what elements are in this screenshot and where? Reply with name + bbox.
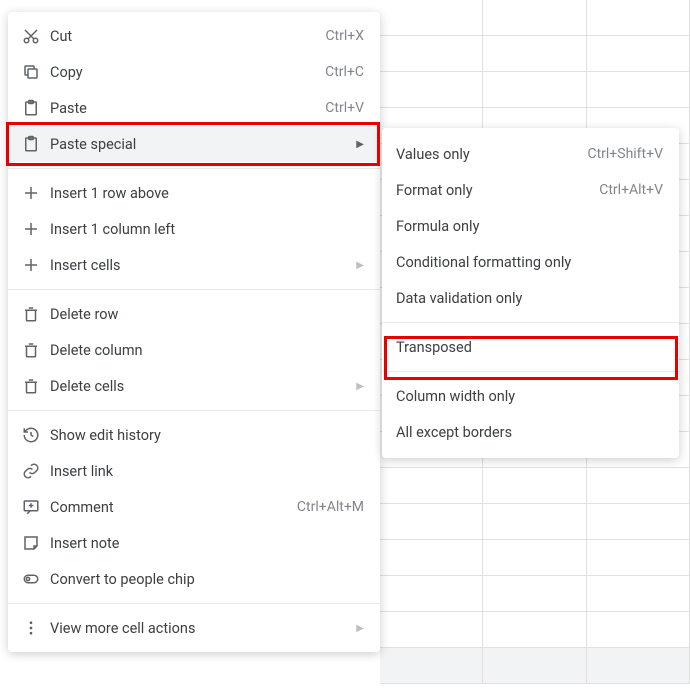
submenu-item-values-only[interactable]: Values only Ctrl+Shift+V xyxy=(382,136,679,172)
cut-icon xyxy=(22,27,50,45)
menu-item-insert-cells[interactable]: Insert cells ▶ xyxy=(8,247,380,283)
menu-item-cut[interactable]: Cut Ctrl+X xyxy=(8,18,380,54)
trash-icon xyxy=(22,377,50,395)
menu-label: Format only xyxy=(396,182,599,199)
submenu-item-all-except-borders[interactable]: All except borders xyxy=(382,414,679,450)
menu-item-insert-link[interactable]: Insert link xyxy=(8,453,380,489)
plus-icon xyxy=(22,220,50,238)
divider xyxy=(382,322,679,323)
divider xyxy=(382,371,679,372)
submenu-item-transposed[interactable]: Transposed xyxy=(382,329,679,365)
paste-icon xyxy=(22,99,50,117)
menu-item-insert-row-above[interactable]: Insert 1 row above xyxy=(8,175,380,211)
trash-icon xyxy=(22,341,50,359)
menu-label: Cut xyxy=(50,28,325,45)
menu-item-insert-note[interactable]: Insert note xyxy=(8,525,380,561)
menu-label: Data validation only xyxy=(396,290,663,307)
menu-label: Paste xyxy=(50,100,325,117)
menu-label: Delete column xyxy=(50,342,364,359)
menu-item-insert-column-left[interactable]: Insert 1 column left xyxy=(8,211,380,247)
menu-item-delete-row[interactable]: Delete row xyxy=(8,296,380,332)
submenu-item-data-validation[interactable]: Data validation only xyxy=(382,280,679,316)
trash-icon xyxy=(22,305,50,323)
history-icon xyxy=(22,426,50,444)
plus-icon xyxy=(22,256,50,274)
menu-label: Column width only xyxy=(396,388,663,405)
menu-item-comment[interactable]: Comment Ctrl+Alt+M xyxy=(8,489,380,525)
plus-icon xyxy=(22,184,50,202)
more-icon xyxy=(22,619,50,637)
paste-special-submenu: Values only Ctrl+Shift+V Format only Ctr… xyxy=(382,128,679,458)
menu-label: Formula only xyxy=(396,218,663,235)
shortcut: Ctrl+X xyxy=(325,28,364,44)
menu-label: All except borders xyxy=(396,424,663,441)
menu-label: Delete cells xyxy=(50,378,348,395)
menu-item-view-more[interactable]: View more cell actions ▶ xyxy=(8,610,380,646)
menu-label: Insert 1 row above xyxy=(50,185,364,202)
submenu-arrow-icon: ▶ xyxy=(356,623,364,634)
divider xyxy=(8,289,380,290)
menu-item-delete-column[interactable]: Delete column xyxy=(8,332,380,368)
menu-label: Transposed xyxy=(396,339,663,356)
menu-label: Show edit history xyxy=(50,427,364,444)
shortcut: Ctrl+Alt+M xyxy=(297,499,364,515)
submenu-arrow-icon: ▶ xyxy=(356,260,364,271)
shortcut: Ctrl+Shift+V xyxy=(587,146,663,162)
menu-label: Values only xyxy=(396,146,587,163)
divider xyxy=(8,410,380,411)
menu-item-show-edit-history[interactable]: Show edit history xyxy=(8,417,380,453)
menu-label: Insert 1 column left xyxy=(50,221,364,238)
menu-label: Insert link xyxy=(50,463,364,480)
menu-item-delete-cells[interactable]: Delete cells ▶ xyxy=(8,368,380,404)
submenu-item-conditional-formatting[interactable]: Conditional formatting only xyxy=(382,244,679,280)
menu-label: Insert cells xyxy=(50,257,348,274)
menu-label: Convert to people chip xyxy=(50,571,364,588)
menu-label: Conditional formatting only xyxy=(396,254,663,271)
shortcut: Ctrl+Alt+V xyxy=(599,182,663,198)
divider xyxy=(8,168,380,169)
note-icon xyxy=(22,534,50,552)
menu-label: Delete row xyxy=(50,306,364,323)
submenu-item-format-only[interactable]: Format only Ctrl+Alt+V xyxy=(382,172,679,208)
comment-icon xyxy=(22,498,50,516)
menu-item-copy[interactable]: Copy Ctrl+C xyxy=(8,54,380,90)
menu-label: Paste special xyxy=(50,136,348,153)
shortcut: Ctrl+C xyxy=(325,64,364,80)
people-chip-icon xyxy=(22,570,50,588)
menu-item-paste-special[interactable]: Paste special ▶ xyxy=(8,126,380,162)
submenu-arrow-icon: ▶ xyxy=(356,381,364,392)
context-menu: Cut Ctrl+X Copy Ctrl+C Paste Ctrl+V Past… xyxy=(8,12,380,652)
menu-item-paste[interactable]: Paste Ctrl+V xyxy=(8,90,380,126)
submenu-item-formula-only[interactable]: Formula only xyxy=(382,208,679,244)
divider xyxy=(8,603,380,604)
submenu-arrow-icon: ▶ xyxy=(356,139,364,150)
menu-item-convert-people-chip[interactable]: Convert to people chip xyxy=(8,561,380,597)
paste-special-icon xyxy=(22,135,50,153)
menu-label: View more cell actions xyxy=(50,620,348,637)
menu-label: Copy xyxy=(50,64,325,81)
shortcut: Ctrl+V xyxy=(325,100,364,116)
menu-label: Insert note xyxy=(50,535,364,552)
link-icon xyxy=(22,462,50,480)
submenu-item-column-width[interactable]: Column width only xyxy=(382,378,679,414)
copy-icon xyxy=(22,63,50,81)
menu-label: Comment xyxy=(50,499,297,516)
